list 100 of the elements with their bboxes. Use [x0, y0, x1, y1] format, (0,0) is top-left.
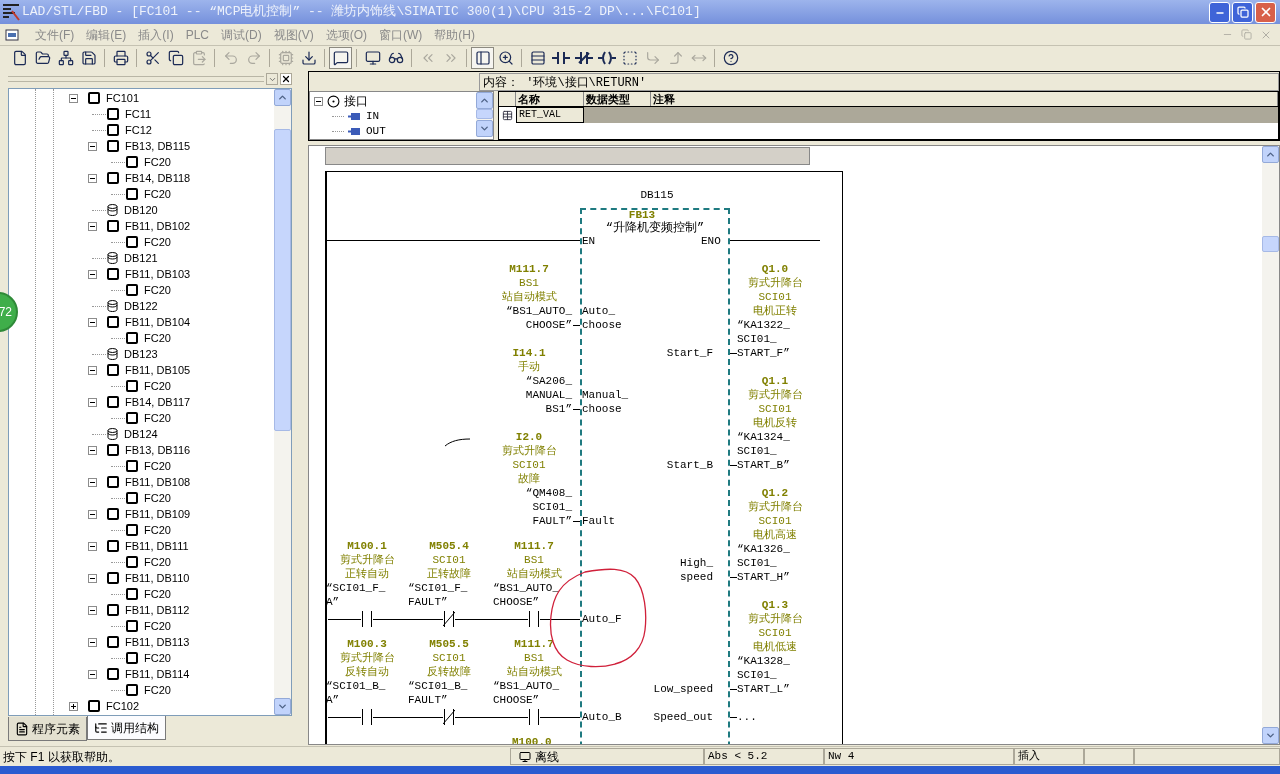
operand-symbol: “KA1328_: [737, 654, 791, 668]
tree-item[interactable]: FC12: [125, 123, 152, 137]
operand-comment: 站自动模式: [505, 665, 563, 679]
scroll-up-button[interactable]: [476, 92, 493, 109]
tree-item[interactable]: FB11, DB102: [125, 219, 191, 233]
tree-item[interactable]: FC20: [144, 187, 171, 201]
closed-contact-icon: [574, 50, 593, 66]
ladder-wire: [540, 717, 580, 718]
tree-item[interactable]: DB124: [124, 427, 158, 441]
scroll-thumb[interactable]: [476, 109, 493, 119]
tree-item[interactable]: FB11, DB105: [125, 363, 191, 377]
square-icon: [107, 316, 119, 328]
square-icon: [107, 124, 119, 136]
tree-item[interactable]: FB11, DB113: [125, 635, 190, 649]
pen-stroke: [445, 438, 471, 447]
tree-item[interactable]: FB11, DB103: [125, 267, 191, 281]
tree-item[interactable]: FC20: [144, 379, 171, 393]
app-icon: [2, 3, 20, 21]
tree-item[interactable]: DB121: [124, 251, 158, 265]
collapse-icon[interactable]: [88, 669, 97, 679]
tree-item[interactable]: FB11, DB110: [125, 571, 190, 585]
pin-label: Auto_: [582, 304, 615, 318]
collapse-icon[interactable]: [88, 221, 97, 231]
square-icon: [107, 668, 119, 680]
collapse-icon[interactable]: [88, 477, 97, 487]
tree-item[interactable]: FC101: [106, 91, 140, 105]
tree-item[interactable]: FC20: [144, 411, 171, 425]
collapse-icon[interactable]: [88, 397, 97, 407]
tree-item[interactable]: FC20: [144, 283, 171, 297]
scrollbar[interactable]: [1262, 146, 1279, 744]
tree-item[interactable]: FC20: [144, 491, 171, 505]
tree-item[interactable]: FB11, DB112: [125, 603, 190, 617]
download-icon: [300, 50, 317, 66]
collapse-icon[interactable]: [88, 445, 97, 455]
tree-item[interactable]: FC20: [144, 459, 171, 473]
close-button[interactable]: [1255, 1, 1276, 23]
tree-item[interactable]: FB14, DB118: [125, 171, 191, 185]
collapse-icon[interactable]: [88, 509, 97, 519]
collapse-icon[interactable]: [314, 96, 323, 106]
operand-symbol: BS1”: [544, 402, 572, 416]
panel-close-button[interactable]: [280, 73, 292, 85]
column-header[interactable]: 名称: [516, 92, 584, 106]
minimize-button[interactable]: [1209, 1, 1230, 23]
tree-item[interactable]: FC20: [144, 523, 171, 537]
scroll-thumb[interactable]: [274, 129, 291, 431]
tree-item[interactable]: FB11, DB104: [125, 315, 191, 329]
tree-item[interactable]: FC20: [144, 651, 171, 665]
restore-button[interactable]: [1232, 1, 1253, 23]
scroll-down-button[interactable]: [274, 698, 291, 715]
tree-item[interactable]: IN: [366, 108, 380, 125]
tree-item[interactable]: FB14, DB117: [125, 395, 191, 409]
tree-item[interactable]: FB11, DB114: [125, 667, 190, 681]
panel-tab[interactable]: 程序元素: [8, 717, 87, 741]
tree-item[interactable]: FC102: [106, 699, 140, 713]
tree-item[interactable]: DB123: [124, 347, 158, 361]
tree-item[interactable]: FB13, DB115: [125, 139, 191, 153]
corner-arrow-icon: [644, 50, 661, 66]
collapse-icon[interactable]: [88, 173, 97, 183]
panel-grip[interactable]: [8, 76, 264, 82]
tree-item[interactable]: FC20: [144, 619, 171, 633]
scroll-up-button[interactable]: [1262, 146, 1279, 163]
tree-item[interactable]: 接口: [344, 92, 368, 110]
collapse-icon[interactable]: [88, 317, 97, 327]
tree-item[interactable]: FC20: [144, 683, 171, 697]
scrollbar[interactable]: [274, 89, 291, 715]
column-header[interactable]: 数据类型: [584, 92, 651, 106]
scroll-down-button[interactable]: [1262, 727, 1279, 744]
tree-item[interactable]: FC20: [144, 587, 171, 601]
collapse-icon[interactable]: [88, 573, 97, 583]
collapse-icon[interactable]: [88, 605, 97, 615]
operand-symbol: FAULT”: [408, 693, 449, 707]
collapse-icon[interactable]: [88, 365, 97, 375]
panel-tab[interactable]: 调用结构: [87, 716, 166, 740]
tree-item[interactable]: DB120: [124, 203, 158, 217]
tree-item[interactable]: OUT: [366, 123, 386, 140]
collapse-icon[interactable]: [88, 141, 97, 151]
collapse-icon[interactable]: [88, 269, 97, 279]
tree-item[interactable]: FB13, DB116: [125, 443, 191, 457]
scrollbar[interactable]: [476, 92, 493, 137]
scroll-down-button[interactable]: [476, 120, 493, 137]
tree-item[interactable]: FB11, DB109: [125, 507, 191, 521]
column-header[interactable]: 注释: [651, 92, 1278, 106]
tree-item[interactable]: FB11, DB108: [125, 475, 191, 489]
tree-item[interactable]: DB122: [124, 299, 158, 313]
tree-item[interactable]: FC20: [144, 155, 171, 169]
collapse-icon[interactable]: [88, 541, 97, 551]
collapse-icon[interactable]: [88, 637, 97, 647]
operand-comment: SCI01: [431, 553, 467, 567]
tree-item[interactable]: FC11: [125, 107, 152, 121]
square-icon: [126, 492, 138, 504]
toolbar-button[interactable]: [329, 47, 352, 69]
scroll-thumb[interactable]: [1262, 236, 1279, 252]
tree-item[interactable]: FB11, DB111: [125, 539, 189, 553]
collapse-icon[interactable]: [69, 93, 78, 103]
square-icon: [107, 268, 119, 280]
expand-icon[interactable]: [69, 701, 78, 711]
open-contact-symbol: [361, 611, 373, 627]
tree-item[interactable]: FC20: [144, 331, 171, 345]
tree-item[interactable]: FC20: [144, 235, 171, 249]
tree-item[interactable]: FC20: [144, 555, 171, 569]
